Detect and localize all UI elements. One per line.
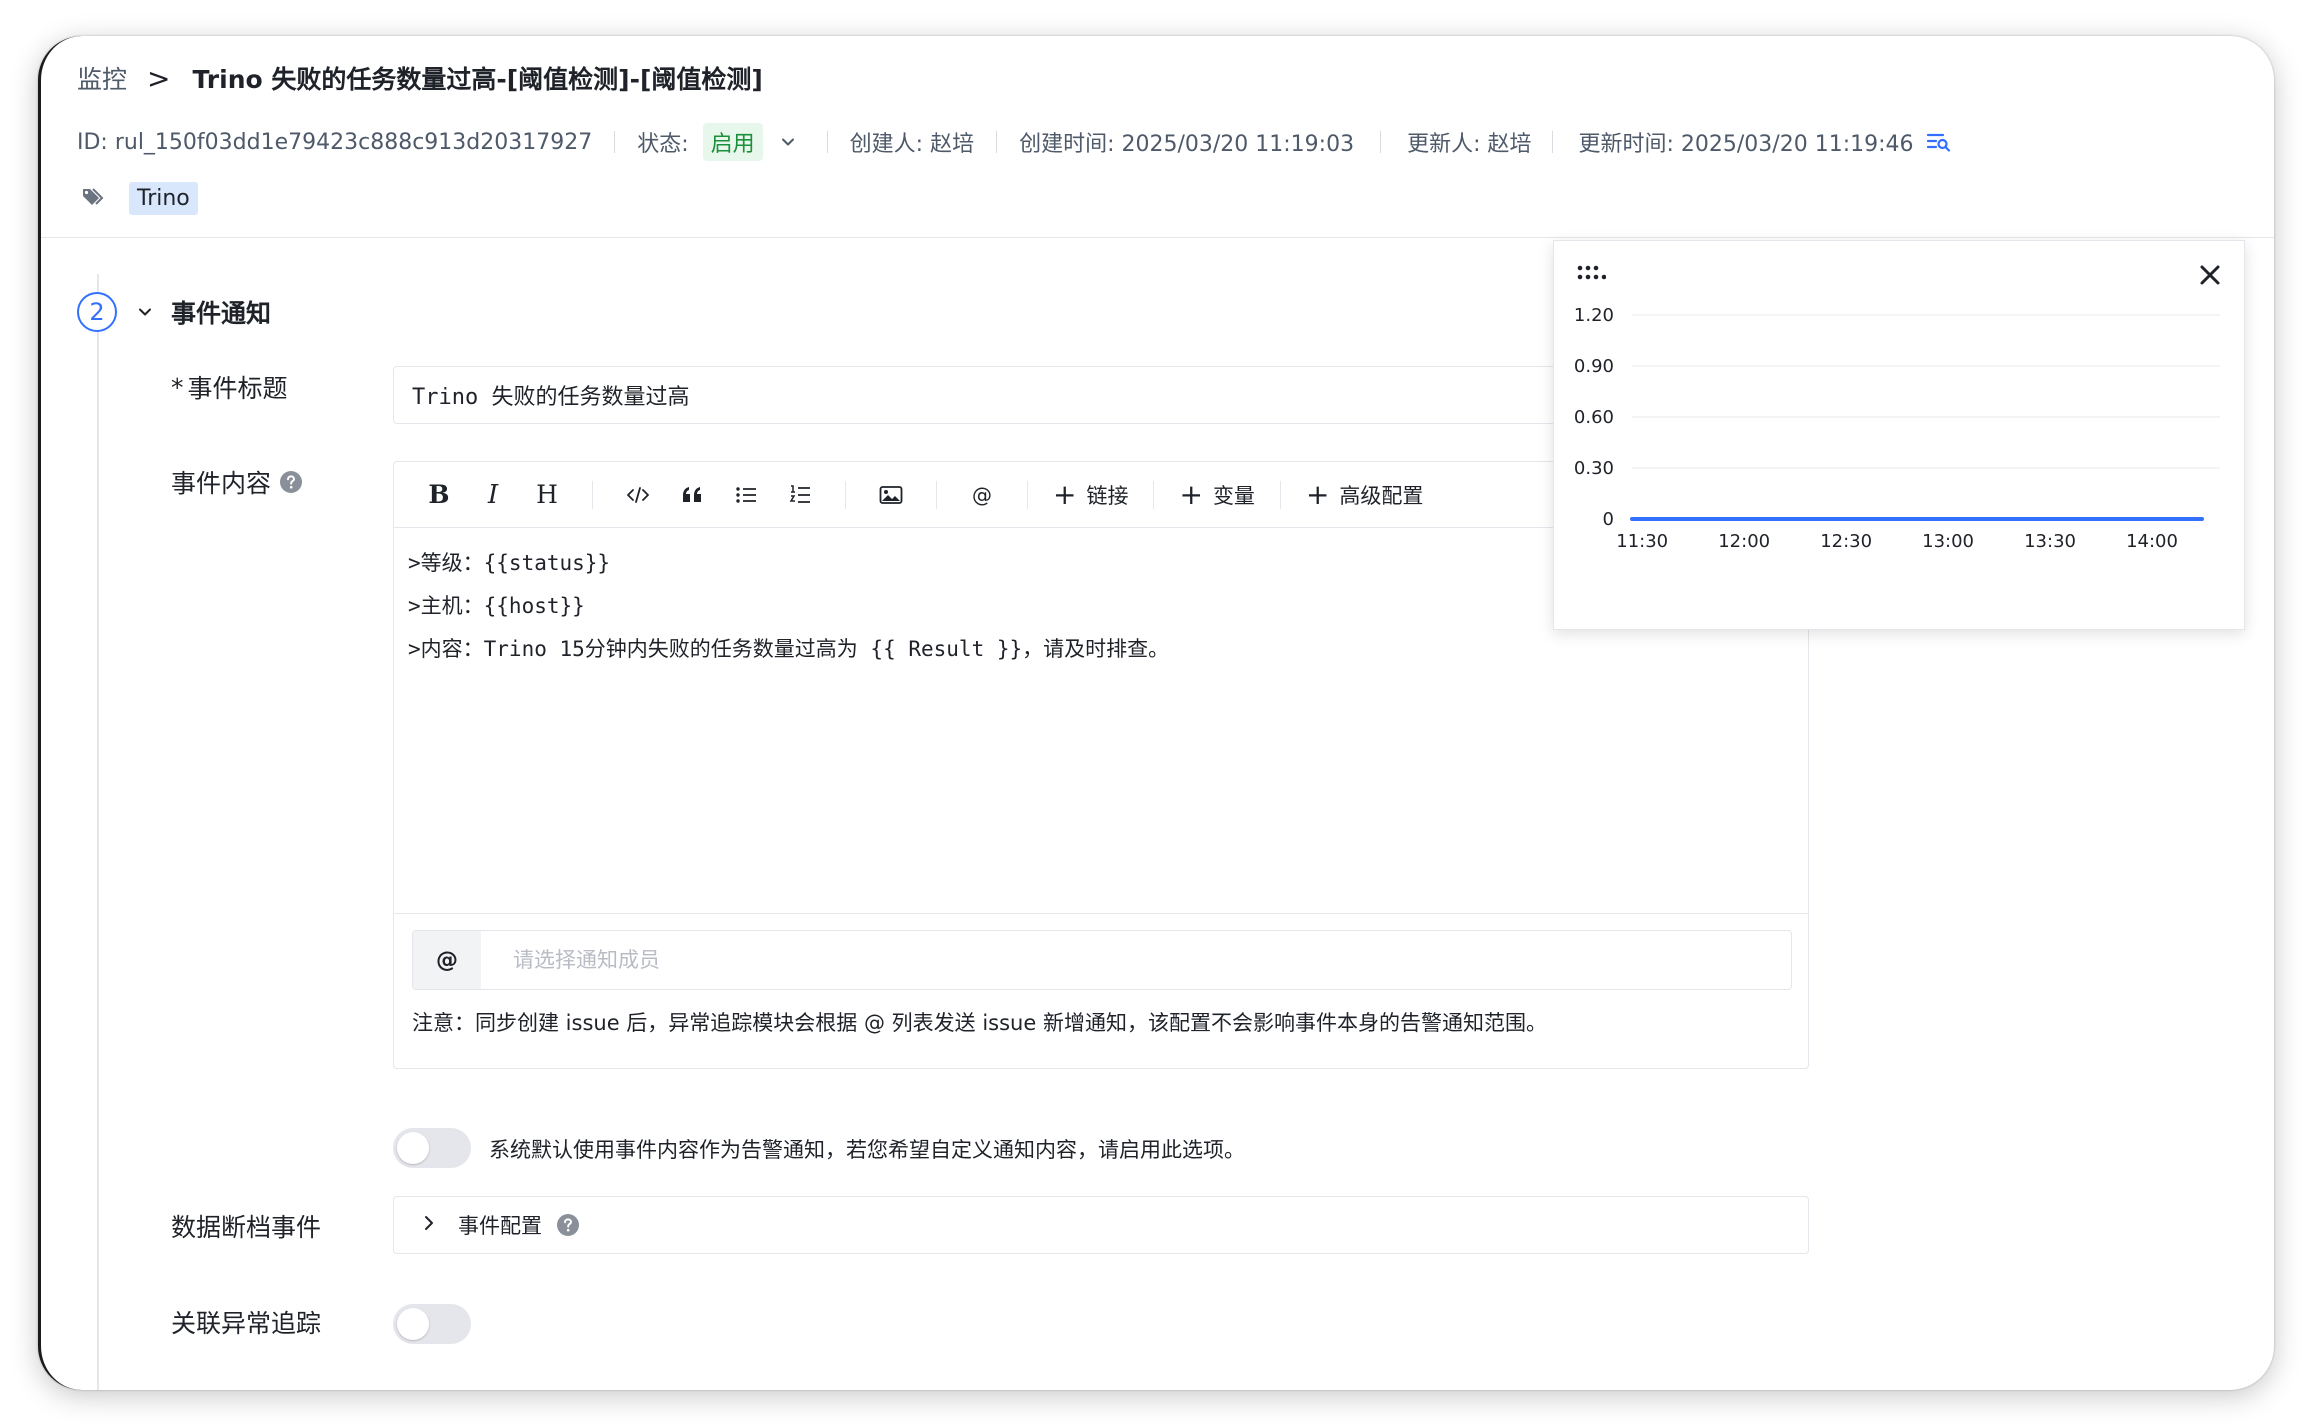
toolbar-divider [1027,480,1028,509]
mention-member-input[interactable] [481,931,1791,989]
step-timeline [97,274,99,1390]
chevron-down-icon[interactable] [779,133,797,151]
mention-selector: @ [412,930,1792,990]
meta-divider [1551,131,1553,153]
plus-icon: + [1305,477,1330,511]
close-icon[interactable] [2198,263,2222,291]
updater: 更新人: 赵培 [1407,132,1532,157]
collapse-chevron-icon[interactable] [135,302,155,326]
chart-y-tick-label: 1.20 [1574,305,1614,326]
issue-tracking-label: 关联异常追踪 [171,1309,322,1338]
breadcrumb: 监控 > Trino 失败的任务数量过高-[阈值检测]-[阈值检测] [77,56,763,100]
created-time: 创建时间: 2025/03/20 11:19:03 [1019,132,1355,157]
bullet-list-icon[interactable] [726,475,766,515]
required-mark: * [171,372,184,402]
drag-handle-icon[interactable] [1576,263,1607,287]
breadcrumb-root-link[interactable]: 监控 [77,60,127,96]
rule-meta: ID: rul_150f03dd1e79423c888c913d20317927… [77,116,1952,168]
help-icon[interactable] [279,470,303,494]
chart-x-tick-label: 14:00 [2126,531,2178,552]
editor-line: >主机：{{host}} [408,594,585,618]
chart-x-tick-label: 11:30 [1616,531,1668,552]
chart-x-tick-label: 13:00 [1922,531,1974,552]
line-chart: 0 0.30 0.60 0.90 1.20 11:30 12:00 12:30 13:00 13:… [1574,305,2220,552]
tag-row: Trino [81,182,198,215]
chart-y-tick-label: 0.90 [1574,356,1614,377]
advanced-config-label: 高级配置 [1339,483,1424,508]
toolbar-divider [936,480,937,509]
chart-y-tick-label: 0.60 [1574,407,1614,428]
editor-text-area[interactable]: >等级：{{status}} >主机：{{host}} >内容：Trino 15… [408,542,1169,671]
toolbar-divider [1153,480,1155,509]
chart-y-tick-label: 0 [1603,509,1614,530]
insert-link-label: 链接 [1086,483,1129,508]
editor-line: >等级：{{status}} [408,551,611,575]
custom-notification-text: 系统默认使用事件内容作为告警通知，若您希望自定义通知内容，请启用此选项。 [489,1138,1245,1162]
toolbar-divider [592,480,593,509]
tag-icon [81,186,107,212]
tag-chip[interactable]: Trino [129,182,198,215]
data-gap-label: 数据断档事件 [171,1213,322,1242]
at-symbol-icon: @ [413,931,481,989]
toolbar-divider [845,480,846,509]
chart-x-tick-label: 12:00 [1718,531,1770,552]
editor-divider [394,913,1808,914]
mention-button[interactable]: @ [962,475,1002,515]
chart-x-tick-label: 13:30 [2024,531,2076,552]
help-icon[interactable] [556,1213,580,1237]
rule-id: ID: rul_150f03dd1e79423c888c913d20317927 [77,129,593,155]
history-filter-icon[interactable] [1926,131,1952,153]
breadcrumb-separator: > [147,61,171,95]
section-title[interactable]: 事件通知 [171,294,271,330]
chart-x-tick-label: 12:30 [1820,531,1872,552]
updated-time: 更新时间: 2025/03/20 11:19:46 [1578,132,1914,157]
insert-link-button[interactable]: + 链接 [1053,475,1128,515]
event-title-label: * 事件标题 [171,369,288,405]
toolbar-divider [1279,480,1281,509]
meta-divider [614,131,616,153]
status-badge[interactable]: 启用 [702,123,763,161]
plus-icon: + [1053,477,1077,511]
event-content-label-text: 事件内容 [171,469,272,498]
plus-icon: + [1179,477,1203,511]
image-icon[interactable] [871,475,911,515]
page-title: Trino 失败的任务数量过高-[阈值检测]-[阈值检测] [192,65,763,94]
code-icon[interactable] [618,475,658,515]
chart-popover: 0 0.30 0.60 0.90 1.20 11:30 12:00 12:30 13:00 13:… [1553,240,2245,630]
italic-button[interactable]: I [473,475,513,515]
quote-icon[interactable] [672,475,712,515]
creator: 创建人: 赵培 [849,132,975,157]
heading-button[interactable]: H [527,475,567,515]
advanced-config-button[interactable]: + 高级配置 [1306,475,1423,515]
chart-y-tick-label: 0.30 [1574,458,1614,479]
ordered-list-icon[interactable] [780,475,820,515]
step-number: 2 [77,292,117,332]
chevron-right-icon [420,1213,438,1237]
event-config-label: 事件配置 [458,1214,542,1238]
custom-notification-toggle[interactable] [393,1128,471,1168]
event-title-label-text: 事件标题 [187,374,288,403]
meta-divider [826,131,828,153]
app-window: 监控 > Trino 失败的任务数量过高-[阈值检测]-[阈值检测] ID: r… [38,36,2274,1390]
insert-variable-button[interactable]: + 变量 [1179,475,1254,515]
editor-line: >内容：Trino 15分钟内失败的任务数量过高为 {{ Result }}，请… [408,637,1170,661]
event-content-label: 事件内容 [171,464,303,500]
bold-button[interactable]: B [419,475,459,515]
insert-variable-label: 变量 [1212,483,1255,508]
issue-tracking-toggle[interactable] [393,1304,471,1344]
meta-divider [996,131,998,153]
event-config-collapse[interactable]: 事件配置 [393,1196,1809,1254]
mention-note: 注意：同步创建 issue 后，异常追踪模块会根据 @ 列表发送 issue 新… [412,1011,1547,1035]
status-label: 状态: [637,132,689,157]
meta-divider [1380,131,1382,153]
header-divider [41,237,2274,238]
